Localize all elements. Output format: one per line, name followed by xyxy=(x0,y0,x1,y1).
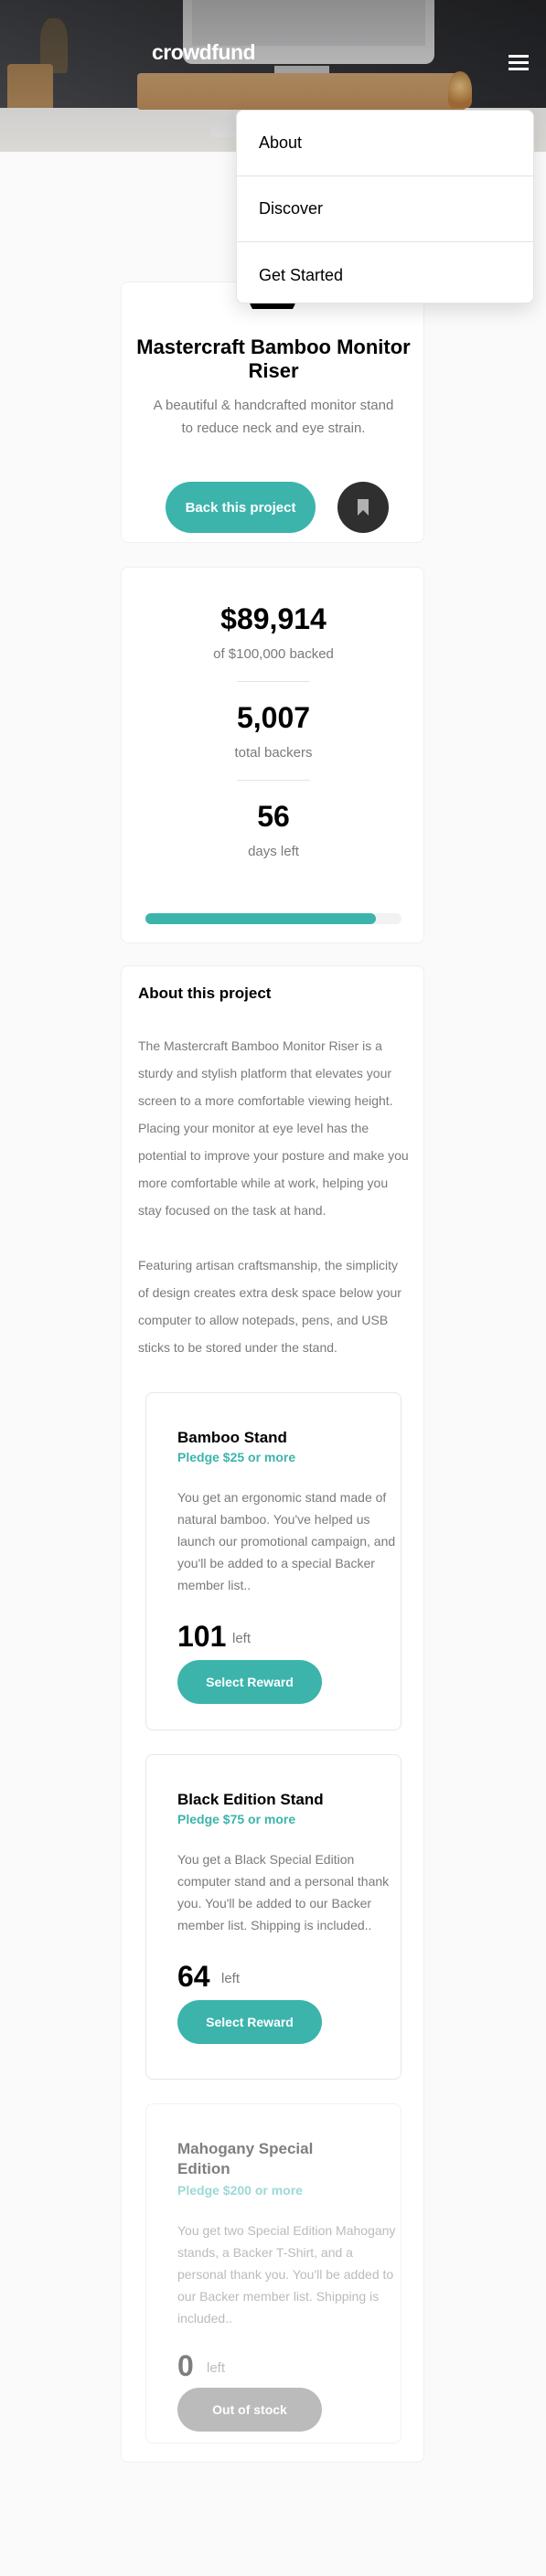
intro-card: Mastercraft Bamboo Monitor Riser A beaut… xyxy=(121,282,424,543)
bookmark-icon xyxy=(358,499,369,516)
days-left-label: days left xyxy=(248,844,299,859)
site-logo[interactable]: crowdfund xyxy=(152,40,256,65)
days-left-count: 56 xyxy=(257,800,290,833)
out-of-stock-button: Out of stock xyxy=(177,2388,322,2432)
backers-count: 5,007 xyxy=(236,701,311,734)
reward-name: Black Edition Stand xyxy=(177,1791,324,1808)
reward-left-count: 0 xyxy=(177,2349,194,2382)
backed-label: of $100,000 backed xyxy=(213,646,334,662)
select-reward-button[interactable]: Select Reward xyxy=(177,1660,322,1704)
reward-card-black-edition: Black Edition Stand Pledge $75 or more Y… xyxy=(145,1754,401,2080)
reward-left-count: 64 xyxy=(177,1960,210,1993)
reward-pledge: Pledge $75 or more xyxy=(177,1812,296,1826)
project-title: Mastercraft Bamboo Monitor Riser xyxy=(136,335,411,382)
back-project-button[interactable]: Back this project xyxy=(166,482,316,533)
reward-left-count: 101 xyxy=(177,1620,227,1653)
stat-divider xyxy=(237,780,310,781)
reward-description: You get an ergonomic stand made of natur… xyxy=(177,1490,396,1592)
reward-name: Bamboo Stand xyxy=(177,1429,287,1446)
nav-item-get-started[interactable]: Get Started xyxy=(237,242,533,308)
stats-card: $89,914 of $100,000 backed 5,007 total b… xyxy=(121,567,424,943)
progress-bar-fill xyxy=(145,913,376,924)
nav-item-about[interactable]: About xyxy=(237,111,533,176)
reward-left-label: left xyxy=(221,1971,241,1986)
reward-pledge: Pledge $200 or more xyxy=(177,2183,303,2198)
about-paragraph: Featuring artisan craftsmanship, the sim… xyxy=(138,1258,401,1355)
hamburger-icon[interactable] xyxy=(509,55,529,71)
reward-left-label: left xyxy=(232,1631,252,1646)
project-description: A beautiful & handcrafted monitor stand … xyxy=(153,398,394,436)
backers-label: total backers xyxy=(234,745,313,761)
about-paragraph: The Mastercraft Bamboo Monitor Riser is … xyxy=(138,1038,409,1218)
bookmark-button[interactable] xyxy=(337,482,389,533)
nav-item-discover[interactable]: Discover xyxy=(237,176,533,242)
reward-pledge: Pledge $25 or more xyxy=(177,1450,296,1464)
nav-menu: About Discover Get Started xyxy=(236,110,534,303)
reward-description: You get two Special Edition Mahogany sta… xyxy=(177,2223,396,2326)
select-reward-button[interactable]: Select Reward xyxy=(177,2000,322,2044)
reward-card-mahogany: Mahogany Special Edition Pledge $200 or … xyxy=(145,2103,401,2443)
reward-name: Mahogany Special Edition xyxy=(177,2140,314,2177)
reward-description: You get a Black Special Edition computer… xyxy=(177,1852,390,1932)
progress-bar xyxy=(145,913,401,924)
reward-left-label: left xyxy=(207,2360,226,2376)
reward-card-bamboo: Bamboo Stand Pledge $25 or more You get … xyxy=(145,1392,401,1730)
about-card: About this project The Mastercraft Bambo… xyxy=(121,965,424,2463)
stat-divider xyxy=(237,681,310,682)
about-title: About this project xyxy=(138,985,272,1002)
backed-amount: $89,914 xyxy=(220,602,327,635)
